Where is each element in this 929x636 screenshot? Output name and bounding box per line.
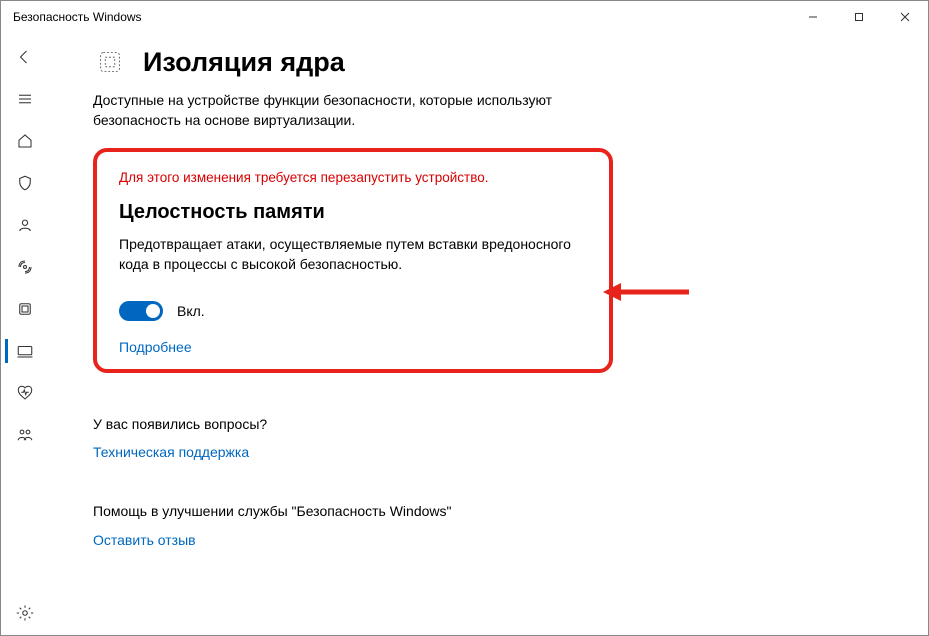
body: Изоляция ядра Доступные на устройстве фу… bbox=[1, 33, 928, 635]
nav-device-health[interactable] bbox=[5, 373, 45, 413]
nav-virus-protection[interactable] bbox=[5, 163, 45, 203]
nav-family-options[interactable] bbox=[5, 415, 45, 455]
memory-integrity-toggle[interactable] bbox=[119, 301, 163, 321]
nav-app-control[interactable] bbox=[5, 289, 45, 329]
nav-account-protection[interactable] bbox=[5, 205, 45, 245]
annotation-arrow bbox=[601, 277, 691, 307]
maximize-button[interactable] bbox=[836, 1, 882, 33]
tech-support-link[interactable]: Техническая поддержка bbox=[93, 444, 613, 460]
help-questions-section: У вас появились вопросы? Техническая под… bbox=[93, 415, 613, 461]
titlebar: Безопасность Windows bbox=[1, 1, 928, 33]
memory-integrity-toggle-row: Вкл. bbox=[119, 301, 587, 321]
memory-integrity-title: Целостность памяти bbox=[119, 201, 587, 224]
memory-integrity-section: Для этого изменения требуется перезапуст… bbox=[93, 148, 613, 373]
learn-more-link[interactable]: Подробнее bbox=[119, 339, 587, 355]
restart-required-message: Для этого изменения требуется перезапуст… bbox=[119, 170, 587, 185]
window-controls bbox=[790, 1, 928, 33]
nav-settings[interactable] bbox=[5, 593, 45, 633]
back-button[interactable] bbox=[5, 37, 45, 77]
improve-heading: Помощь в улучшении службы "Безопасность … bbox=[93, 502, 613, 522]
nav-device-security[interactable] bbox=[5, 331, 45, 371]
nav-home[interactable] bbox=[5, 121, 45, 161]
feedback-link[interactable]: Оставить отзыв bbox=[93, 532, 613, 548]
memory-integrity-description: Предотвращает атаки, осуществляемые путе… bbox=[119, 234, 579, 275]
cpu-icon bbox=[93, 45, 127, 79]
nav-firewall[interactable] bbox=[5, 247, 45, 287]
questions-heading: У вас появились вопросы? bbox=[93, 415, 613, 435]
help-improve-section: Помощь в улучшении службы "Безопасность … bbox=[93, 502, 613, 548]
sidebar bbox=[1, 33, 49, 635]
page-description: Доступные на устройстве функции безопасн… bbox=[93, 91, 613, 130]
toggle-state-label: Вкл. bbox=[177, 303, 205, 319]
content-area: Изоляция ядра Доступные на устройстве фу… bbox=[49, 33, 928, 635]
page-header: Изоляция ядра bbox=[93, 45, 888, 79]
minimize-button[interactable] bbox=[790, 1, 836, 33]
window-title: Безопасность Windows bbox=[13, 10, 142, 24]
menu-button[interactable] bbox=[5, 79, 45, 119]
close-button[interactable] bbox=[882, 1, 928, 33]
window-frame: Безопасность Windows bbox=[0, 0, 929, 636]
page-title: Изоляция ядра bbox=[143, 47, 345, 78]
